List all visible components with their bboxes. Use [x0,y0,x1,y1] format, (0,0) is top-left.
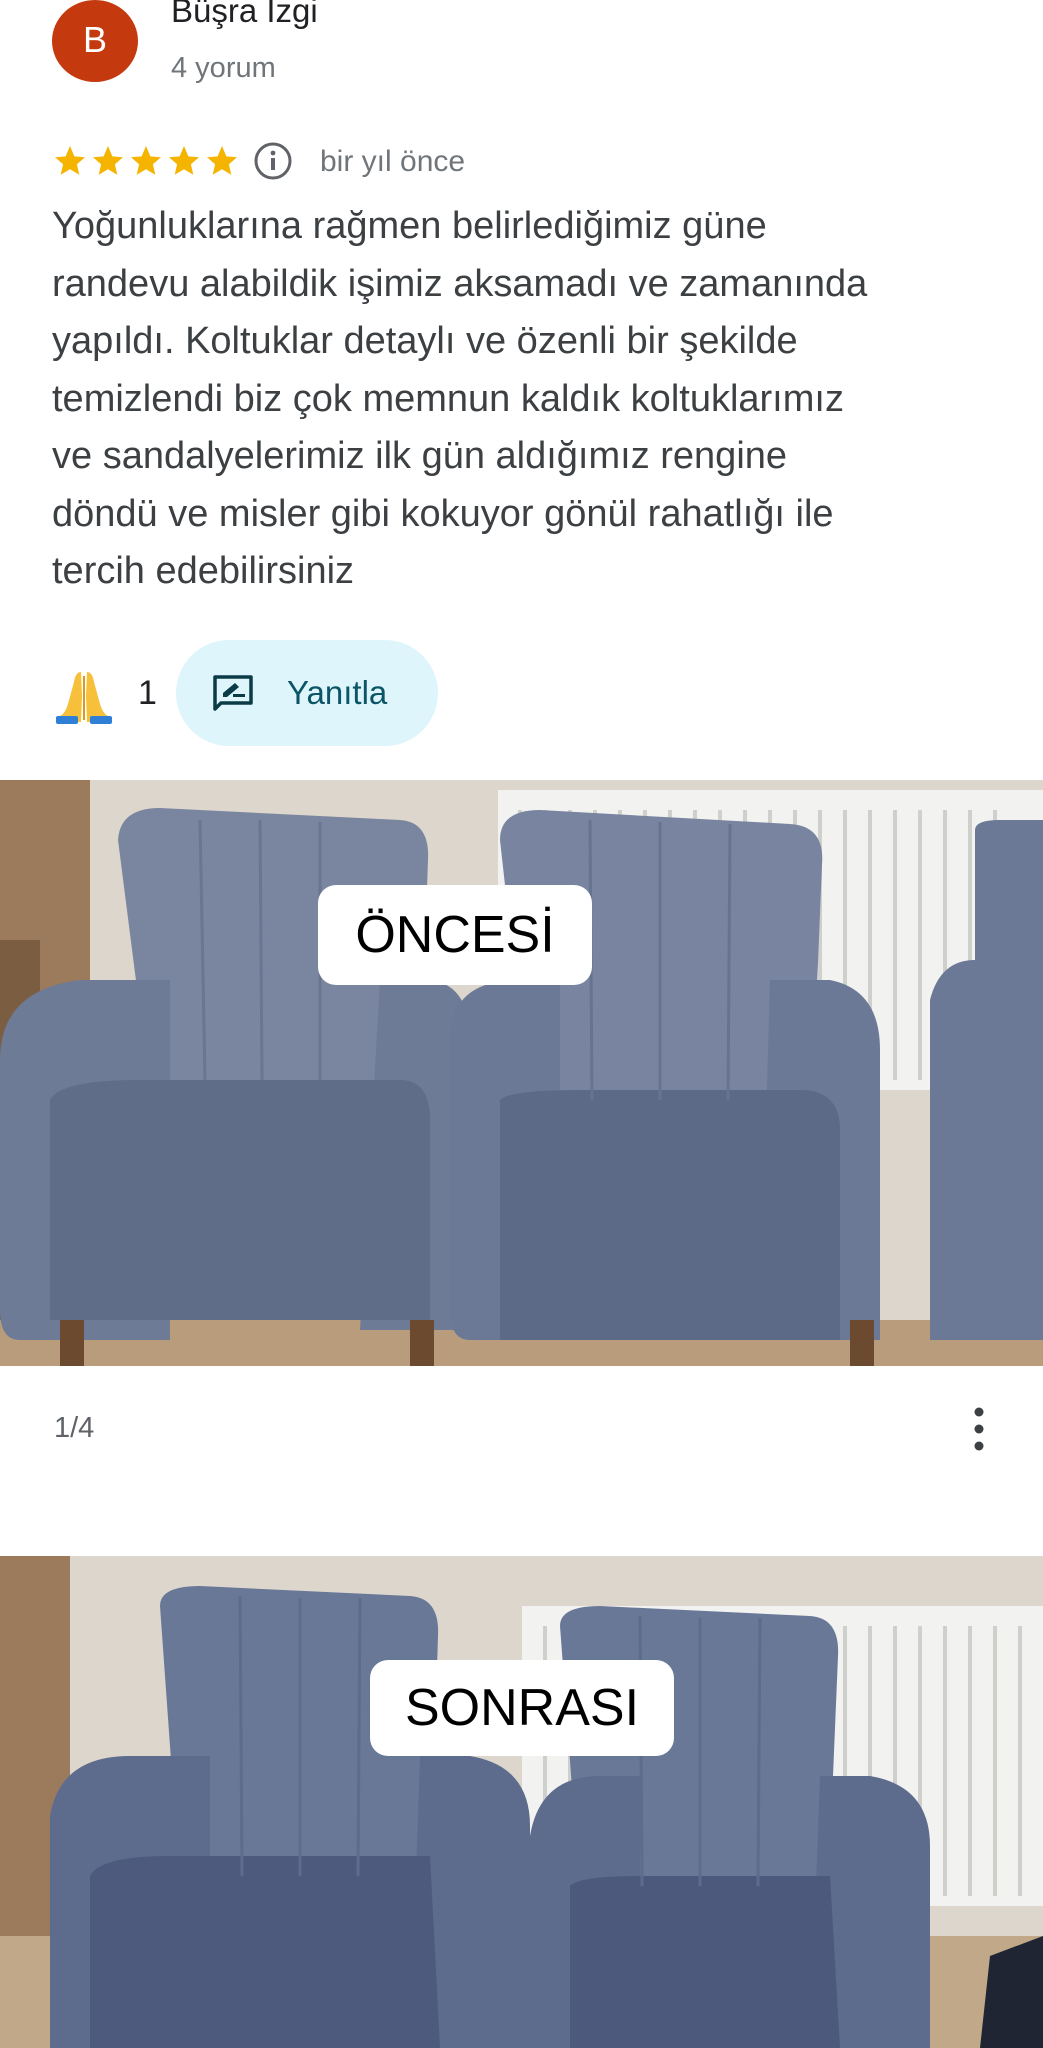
review-date: bir yıl önce [320,145,466,178]
star-icon [131,146,161,175]
review-line: yapıldı. Koltuklar detaylı ve özenli bir… [52,320,798,362]
review-line: Yoğunluklarına rağmen belirlediğimiz gün… [52,205,767,247]
armchairs-after-cleaning-photo [0,1556,1043,2048]
author-review-count: 4 yorum [171,52,276,84]
review-line: ve sandalyelerimiz ilk gün aldığımız ren… [52,435,788,477]
photo-label-after: SONRASI [370,1660,674,1756]
review-photo-before[interactable] [0,780,1043,1366]
review-line: randevu alabildik işimiz aksamadı ve zam… [52,262,868,305]
star-icon [55,146,85,175]
reaction-count: 1 [138,674,157,712]
avatar[interactable]: B [52,0,138,82]
review-text: Yoğunluklarına rağmen belirlediğimiz gün… [52,198,1012,601]
photo-label-before: ÖNCESİ [318,885,592,985]
more-vert-icon[interactable] [962,1404,996,1454]
avatar-initial: B [82,19,107,60]
review-line: temizlendi biz çok memnun kaldık koltukl… [52,377,844,420]
review-line: döndü ve misler gibi kokuyor gönül rahat… [52,492,834,535]
review-photo-after[interactable] [0,1556,1043,2048]
folded-hands-emoji[interactable] [54,666,114,724]
star-icon [93,146,123,175]
review-line: tercih edebilirsiniz [52,550,355,592]
star-icon [169,146,199,175]
reply-label: Yanıtla [287,674,388,711]
photo-counter: 1/4 [54,1412,95,1444]
author-name[interactable]: Büşra Izgi [171,0,318,30]
armchairs-before-cleaning-photo [0,780,1043,1366]
reply-button[interactable]: Yanıtla [176,640,438,746]
star-rating [52,143,240,179]
star-icon [207,146,237,175]
info-icon[interactable] [253,141,293,181]
rate-review-icon [213,675,253,711]
